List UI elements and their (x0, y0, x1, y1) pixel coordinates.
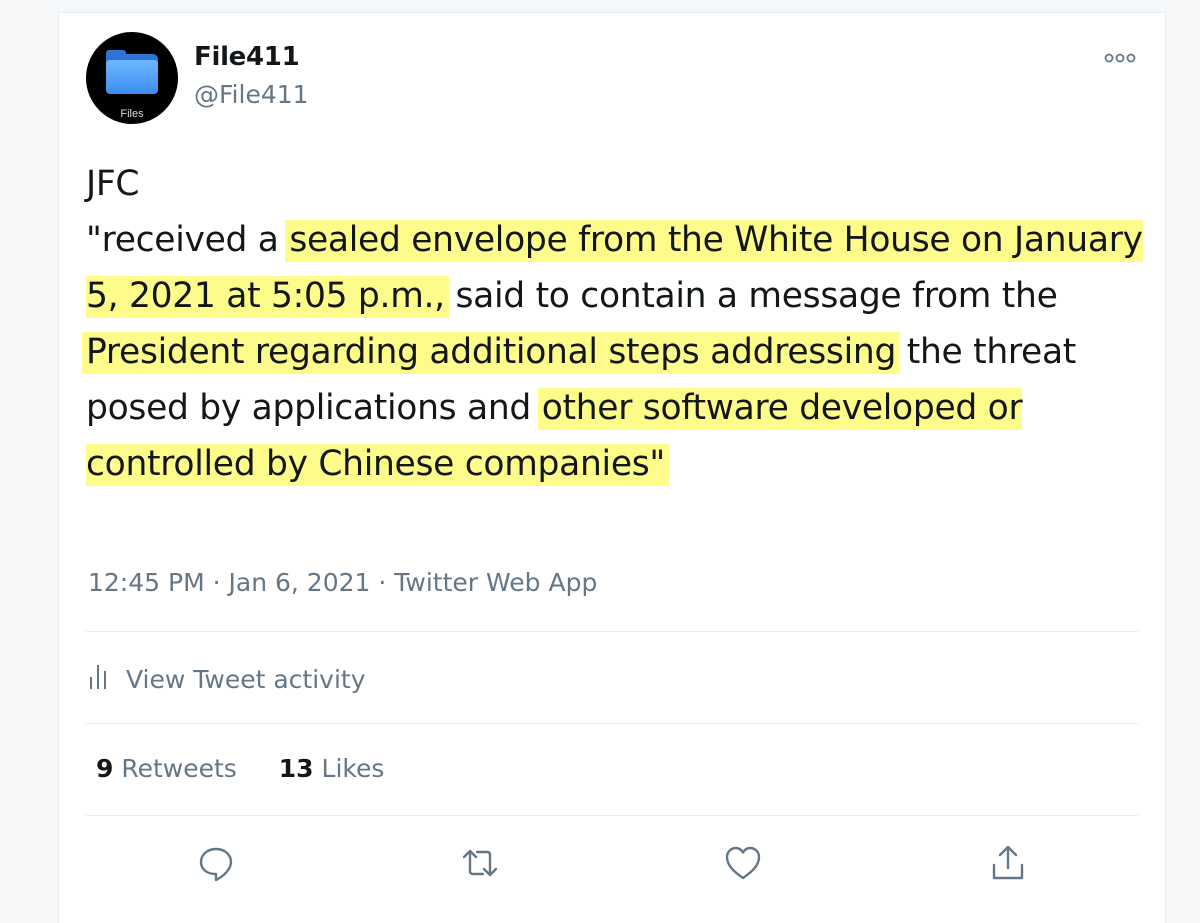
share-icon (992, 845, 1024, 880)
highlighted-text: President regarding additional steps add… (82, 332, 901, 374)
retweet-button[interactable] (460, 843, 500, 883)
tweet-meta: 12:45 PM · Jan 6, 2021 · Twitter Web App (88, 568, 597, 597)
avatar-caption: Files (120, 108, 144, 120)
tweet-time[interactable]: 12:45 PM (88, 568, 205, 597)
retweet-icon (462, 849, 498, 877)
reply-icon (199, 847, 233, 882)
divider (86, 723, 1138, 724)
share-button[interactable] (988, 843, 1028, 883)
tweet-text-segment: JFC "received a (86, 164, 279, 260)
tweet-source[interactable]: Twitter Web App (394, 568, 597, 597)
retweets-stat[interactable]: 9 Retweets (96, 754, 237, 783)
view-activity-button[interactable]: View Tweet activity (86, 660, 366, 698)
retweets-label: Retweets (121, 754, 237, 783)
likes-label: Likes (321, 754, 385, 783)
separator-dot: · (378, 568, 395, 597)
divider (86, 631, 1138, 632)
like-button[interactable] (723, 843, 763, 883)
avatar[interactable]: Files (86, 32, 178, 124)
likes-stat[interactable]: 13 Likes (279, 754, 385, 783)
retweets-count: 9 (96, 754, 114, 783)
divider (86, 815, 1138, 816)
display-name[interactable]: File411 (194, 42, 300, 72)
tweet-date[interactable]: Jan 6, 2021 (229, 568, 371, 597)
user-handle[interactable]: @File411 (194, 80, 309, 109)
view-activity-label: View Tweet activity (126, 664, 366, 694)
more-options-icon[interactable] (1100, 48, 1140, 68)
reply-button[interactable] (196, 843, 236, 883)
tweet-text: JFC "received a sealed envelope from the… (82, 156, 1146, 492)
like-icon (725, 846, 761, 880)
tweet-text-segment: said to contain a message from the (444, 276, 1058, 316)
likes-count: 13 (278, 754, 314, 783)
bar-chart-icon (86, 661, 112, 697)
separator-dot: · (212, 568, 229, 597)
tweet-stats: 9 Retweets 13 Likes (96, 754, 418, 783)
